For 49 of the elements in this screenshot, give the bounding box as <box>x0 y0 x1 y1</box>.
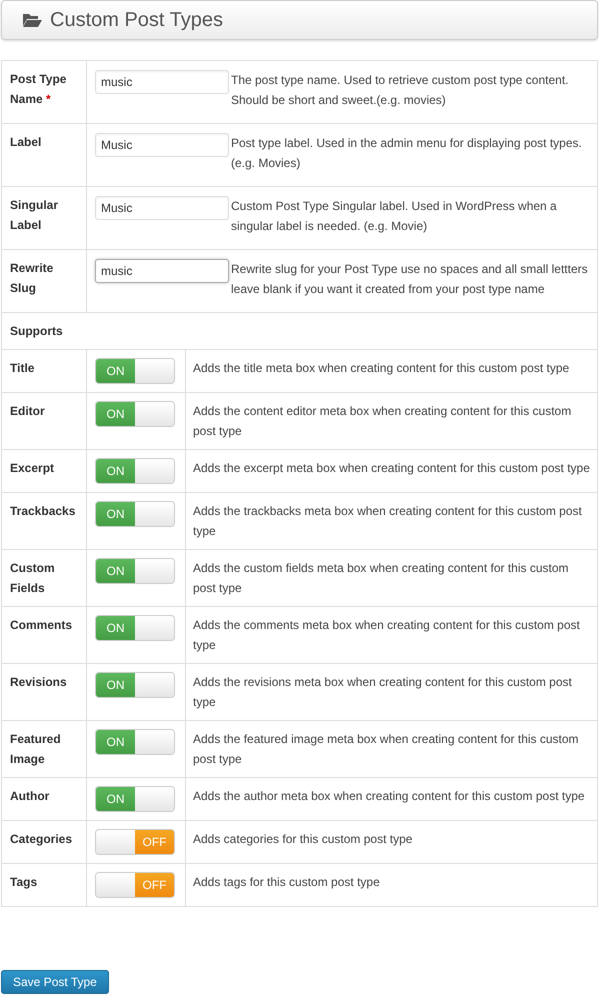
folder-icon <box>22 12 42 28</box>
toggle-switch[interactable]: OFF <box>95 829 175 855</box>
toggle-switch[interactable]: ON <box>95 458 175 484</box>
field-label: Label <box>10 135 42 149</box>
support-help-text: Adds the author meta box when creating content for this custom post type <box>193 789 585 803</box>
support-label: Tags <box>10 875 38 889</box>
support-label: Excerpt <box>10 461 54 475</box>
support-help-text: Adds the custom fields meta box when creating content for this custom post type <box>193 561 569 595</box>
support-label: Comments <box>10 618 72 632</box>
save-button[interactable]: Save Post Type <box>1 970 109 994</box>
support-label: Categories <box>10 832 72 846</box>
support-help-text: Adds the title meta box when creating content for this custom post type <box>193 361 570 375</box>
toggle-switch[interactable]: ON <box>95 729 175 755</box>
support-help-text: Adds categories for this custom post type <box>193 832 412 846</box>
toggle-switch[interactable]: ON <box>95 558 175 584</box>
field-label: Rewrite Slug <box>10 261 54 295</box>
support-help-text: Adds the featured image meta box when creating content for this custom post type <box>193 732 579 766</box>
support-label: Revisions <box>10 675 67 689</box>
support-help-text: Adds the content editor meta box when creating content for this custom post type <box>193 404 572 438</box>
support-label: Featured Image <box>10 732 61 766</box>
text-input[interactable]: Music <box>95 196 229 220</box>
text-input[interactable]: music <box>95 70 229 94</box>
support-label: Custom Fields <box>10 561 55 595</box>
toggle-switch[interactable]: OFF <box>95 872 175 898</box>
toggle-switch[interactable]: ON <box>95 786 175 812</box>
field-label: Singular Label <box>10 198 58 232</box>
support-label: Title <box>10 361 34 375</box>
support-label: Author <box>10 789 50 803</box>
support-help-text: Adds the comments meta box when creating content for this custom post type <box>193 618 580 652</box>
page-title: Custom Post Types <box>50 8 224 32</box>
toggle-switch[interactable]: ON <box>95 401 175 427</box>
support-help-text: Adds the revisions meta box when creating content for this custom post type <box>193 675 572 709</box>
toggle-switch[interactable]: ON <box>95 358 175 384</box>
toggle-switch[interactable]: ON <box>95 672 175 698</box>
support-help-text: Adds tags for this custom post type <box>193 875 380 889</box>
field-help-text: Rewrite slug for your Post Type use no spaces and all small lettters leave blank if you want it created from your post type name <box>231 262 588 296</box>
support-help-text: Adds the excerpt meta box when creating content for this custom post type <box>193 461 590 475</box>
field-help-text: Custom Post Type Singular label. Used in WordPress when a singular label is needed. (e.g. Movie) <box>231 199 557 233</box>
field-help-text: Post type label. Used in the admin menu for displaying post types.(e.g. Movies) <box>231 136 582 170</box>
support-help-text: Adds the trackbacks meta box when creating content for this custom post type <box>193 504 582 538</box>
toggle-switch[interactable]: ON <box>95 501 175 527</box>
text-input[interactable]: music <box>95 259 229 283</box>
field-label: Post Type Name * <box>10 72 66 106</box>
field-help-text: The post type name. Used to retrieve custom post type content. Should be short and sweet.(e.g. movies) <box>231 73 569 107</box>
text-input[interactable]: Music <box>95 133 229 157</box>
support-label: Trackbacks <box>10 504 76 518</box>
toggle-switch[interactable]: ON <box>95 615 175 641</box>
support-label: Editor <box>10 404 45 418</box>
section-heading: Supports <box>10 324 63 338</box>
